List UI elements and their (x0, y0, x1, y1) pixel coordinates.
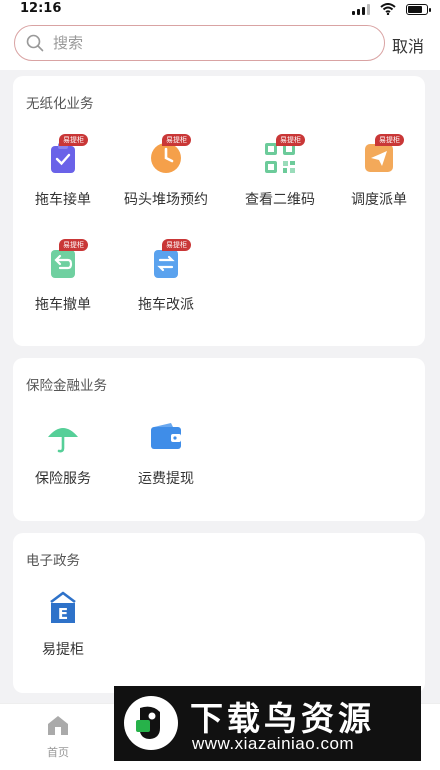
e-government-card: 电子政务 E 易提柜 (13, 533, 425, 693)
item-label: 运费提现 (138, 471, 194, 487)
badge: 易提柜 (162, 134, 191, 146)
section-title: 无纸化业务 (26, 96, 94, 112)
tow-accept-order-item[interactable]: 易提柜 拖车接单 (13, 134, 113, 209)
paperless-business-card: 无纸化业务 易提柜 拖车接单 易提柜 码头堆场预约 易提柜 查看二维码 易提柜 … (13, 76, 425, 346)
watermark-banner: 下载鸟资源 www.xiazainiao.com (114, 686, 421, 761)
item-label: 拖车撤单 (35, 297, 91, 313)
status-icons (352, 3, 431, 15)
item-label: 保险服务 (35, 471, 91, 487)
section-title: 电子政务 (26, 553, 80, 569)
badge: 易提柜 (59, 134, 88, 146)
dispatch-order-item[interactable]: 易提柜 调度派单 (329, 134, 429, 209)
badge: 易提柜 (59, 239, 88, 251)
badge: 易提柜 (276, 134, 305, 146)
search-header: 取消 (0, 18, 440, 70)
nav-home-tab[interactable]: 首页 (30, 714, 86, 760)
search-box[interactable] (14, 25, 385, 61)
view-qr-code-item[interactable]: 易提柜 查看二维码 (230, 134, 330, 209)
status-bar: 12:16 (0, 0, 440, 18)
search-input[interactable] (53, 26, 373, 59)
home-icon (48, 716, 68, 735)
search-icon (26, 34, 44, 52)
item-label: 易提柜 (42, 642, 84, 658)
umbrella-icon (46, 420, 80, 454)
watermark-url: www.xiazainiao.com (192, 734, 355, 753)
battery-icon (406, 3, 431, 15)
undo-document-icon: 易提柜 (46, 239, 88, 280)
terminal-yard-reservation-item[interactable]: 易提柜 码头堆场预约 (116, 134, 216, 209)
wallet-icon (149, 420, 183, 454)
signal-icon (352, 3, 370, 15)
yitigui-item[interactable]: E 易提柜 (13, 591, 113, 659)
svg-text:E: E (58, 605, 68, 623)
freight-withdrawal-item[interactable]: 运费提现 (116, 420, 216, 488)
tow-reassign-item[interactable]: 易提柜 拖车改派 (116, 239, 216, 314)
nav-home-label: 首页 (47, 746, 69, 759)
tow-cancel-order-item[interactable]: 易提柜 拖车撤单 (13, 239, 113, 314)
item-label: 查看二维码 (245, 192, 315, 208)
wifi-icon (380, 3, 396, 15)
item-label: 拖车改派 (138, 297, 194, 313)
item-label: 调度派单 (351, 192, 407, 208)
clock-icon: 易提柜 (149, 134, 191, 175)
paper-plane-icon: 易提柜 (362, 134, 404, 175)
badge: 易提柜 (162, 239, 191, 251)
bird-logo-icon (124, 696, 178, 750)
e-box-icon: E (46, 591, 80, 625)
insurance-finance-card: 保险金融业务 保险服务 运费提现 (13, 358, 425, 521)
qr-code-icon: 易提柜 (263, 134, 305, 175)
insurance-service-item[interactable]: 保险服务 (13, 420, 113, 488)
item-label: 码头堆场预约 (124, 192, 208, 208)
section-title: 保险金融业务 (26, 378, 107, 394)
badge: 易提柜 (375, 134, 404, 146)
cancel-button[interactable]: 取消 (392, 33, 424, 57)
item-label: 拖车接单 (35, 192, 91, 208)
clipboard-check-icon: 易提柜 (46, 134, 88, 175)
watermark-title: 下载鸟资源 (190, 699, 375, 738)
status-time: 12:16 (20, 1, 62, 16)
swap-document-icon: 易提柜 (149, 239, 191, 280)
